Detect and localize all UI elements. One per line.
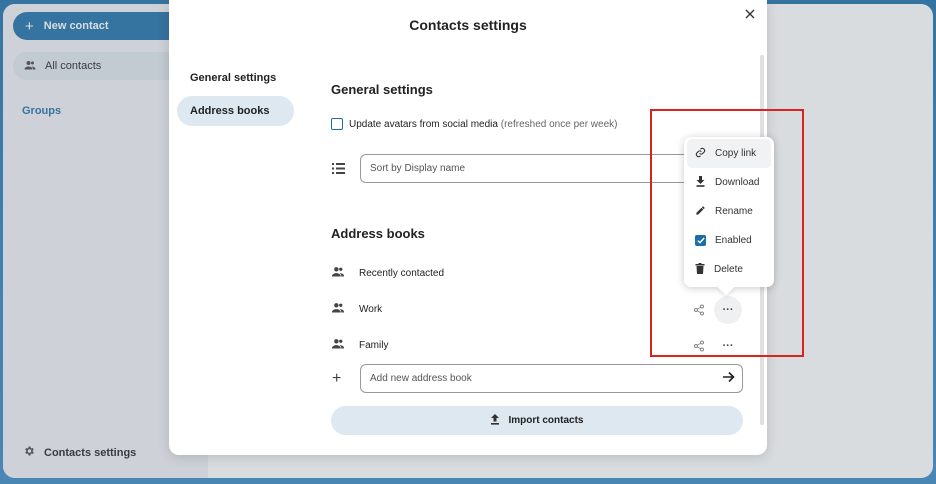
list-icon <box>332 161 345 179</box>
add-address-book-input[interactable]: Add new address book <box>360 364 743 393</box>
close-icon <box>745 6 755 24</box>
address-book-item[interactable]: Family <box>331 338 388 352</box>
address-book-icon <box>331 266 345 280</box>
update-avatars-checkbox[interactable] <box>331 118 343 130</box>
update-avatars-label: Update avatars from social media <box>349 118 498 130</box>
general-settings-heading: General settings <box>331 82 433 97</box>
address-book-item[interactable]: Recently contacted <box>331 266 444 280</box>
import-contacts-button[interactable]: Import contacts <box>331 406 743 435</box>
submit-arrow-icon[interactable] <box>722 370 735 388</box>
dialog-title: Contacts settings <box>409 17 527 33</box>
close-button[interactable] <box>741 6 759 24</box>
sort-select[interactable]: Sort by Display name <box>360 154 690 183</box>
address-books-heading: Address books <box>331 226 425 241</box>
address-book-item[interactable]: Work <box>331 302 382 316</box>
tab-address-books[interactable]: Address books <box>177 96 294 126</box>
tab-general-settings[interactable]: General settings <box>177 63 294 93</box>
address-book-name: Work <box>359 303 383 315</box>
upload-icon <box>490 413 500 428</box>
update-avatars-note: (refreshed once per week) <box>500 118 618 130</box>
address-book-icon <box>331 302 345 316</box>
import-contacts-label: Import contacts <box>508 415 584 426</box>
address-book-name: Family <box>359 339 389 351</box>
add-icon: + <box>332 370 342 387</box>
address-book-icon <box>331 338 345 352</box>
update-avatars-option[interactable]: Update avatars from social media (refres… <box>331 118 617 130</box>
highlight-annotation-box <box>650 109 804 357</box>
address-book-name: Recently contacted <box>359 267 445 279</box>
